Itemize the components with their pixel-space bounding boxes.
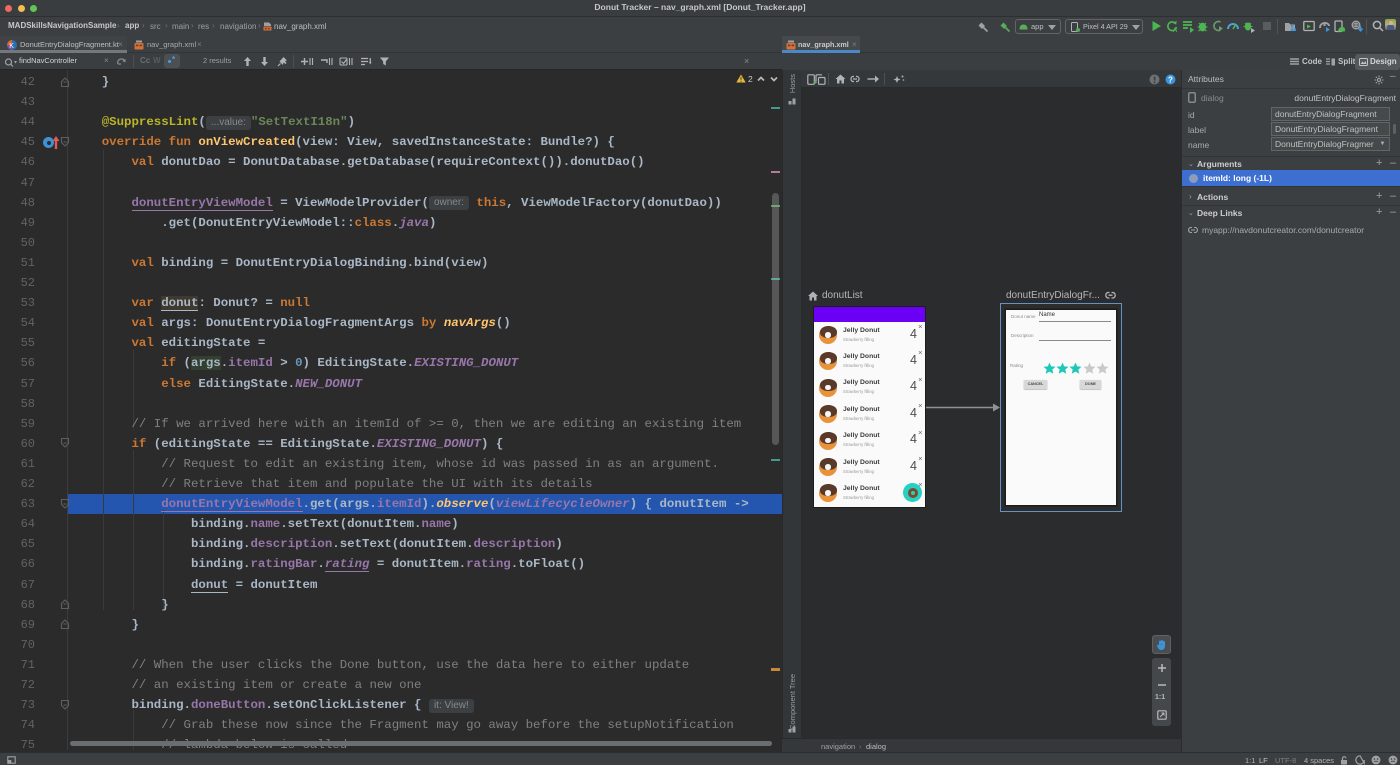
svg-text:K: K — [9, 42, 14, 49]
svg-text:?: ? — [1168, 76, 1173, 85]
svg-text:A: A — [1173, 28, 1178, 34]
